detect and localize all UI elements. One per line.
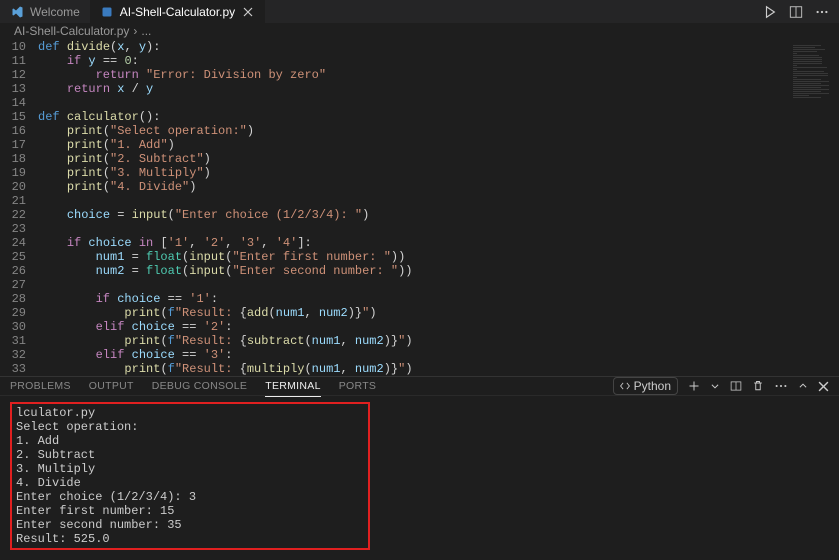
launch-label: Python bbox=[634, 379, 671, 393]
panel-tab-debug-console[interactable]: DEBUG CONSOLE bbox=[152, 380, 248, 392]
breadcrumb-more: ... bbox=[141, 24, 151, 38]
code-line[interactable]: num2 = float(input("Enter second number:… bbox=[38, 264, 839, 278]
tab-label: AI-Shell-Calculator.py bbox=[120, 5, 235, 19]
code-line[interactable]: num1 = float(input("Enter first number: … bbox=[38, 250, 839, 264]
line-number: 19 bbox=[0, 166, 26, 180]
code-line[interactable]: return "Error: Division by zero" bbox=[38, 68, 839, 82]
line-number: 17 bbox=[0, 138, 26, 152]
panel-tab-ports[interactable]: PORTS bbox=[339, 380, 376, 392]
panel-tab-output[interactable]: OUTPUT bbox=[89, 380, 134, 392]
line-number: 20 bbox=[0, 180, 26, 194]
line-number: 28 bbox=[0, 292, 26, 306]
code-line[interactable]: print("3. Multiply") bbox=[38, 166, 839, 180]
code-line[interactable] bbox=[38, 222, 839, 236]
tab-label: Welcome bbox=[30, 5, 80, 19]
line-number: 14 bbox=[0, 96, 26, 110]
panel-tab-problems[interactable]: PROBLEMS bbox=[10, 380, 71, 392]
line-gutter: 1011121314151617181920212223242526272829… bbox=[0, 40, 38, 376]
code-line[interactable]: elif choice == '2': bbox=[38, 320, 839, 334]
line-number: 25 bbox=[0, 250, 26, 264]
chevron-up-icon[interactable] bbox=[798, 381, 808, 391]
line-number: 21 bbox=[0, 194, 26, 208]
editor-actions bbox=[753, 5, 839, 19]
code-line[interactable]: print(f"Result: {subtract(num1, num2)}") bbox=[38, 334, 839, 348]
line-number: 24 bbox=[0, 236, 26, 250]
close-icon[interactable] bbox=[818, 381, 829, 392]
bottom-panel: PROBLEMS OUTPUT DEBUG CONSOLE TERMINAL PORTS… bbox=[0, 376, 839, 541]
terminal-output: lculator.py Select operation: 1. Add 2. … bbox=[10, 402, 370, 550]
terminal[interactable]: lculator.py Select operation: 1. Add 2. … bbox=[0, 396, 839, 560]
line-number: 13 bbox=[0, 82, 26, 96]
plus-icon[interactable] bbox=[688, 380, 700, 392]
breadcrumb[interactable]: AI-Shell-Calculator.py › ... bbox=[0, 23, 839, 40]
code-line[interactable]: return x / y bbox=[38, 82, 839, 96]
line-number: 26 bbox=[0, 264, 26, 278]
line-number: 11 bbox=[0, 54, 26, 68]
code-line[interactable]: def calculator(): bbox=[38, 110, 839, 124]
code-line[interactable]: if choice in ['1', '2', '3', '4']: bbox=[38, 236, 839, 250]
vscode-icon bbox=[10, 5, 24, 19]
close-icon[interactable] bbox=[241, 5, 255, 19]
code-line[interactable]: def divide(x, y): bbox=[38, 40, 839, 54]
code-content[interactable]: def divide(x, y): if y == 0: return "Err… bbox=[38, 40, 839, 376]
python-file-icon bbox=[100, 5, 114, 19]
line-number: 18 bbox=[0, 152, 26, 166]
code-line[interactable] bbox=[38, 194, 839, 208]
more-icon[interactable] bbox=[774, 379, 788, 393]
code-line[interactable]: print(f"Result: {add(num1, num2)}") bbox=[38, 306, 839, 320]
line-number: 33 bbox=[0, 362, 26, 376]
line-number: 23 bbox=[0, 222, 26, 236]
line-number: 27 bbox=[0, 278, 26, 292]
code-line[interactable]: if choice == '1': bbox=[38, 292, 839, 306]
minimap[interactable] bbox=[793, 44, 833, 100]
run-icon[interactable] bbox=[763, 5, 777, 19]
line-number: 32 bbox=[0, 348, 26, 362]
line-number: 15 bbox=[0, 110, 26, 124]
code-line[interactable]: elif choice == '3': bbox=[38, 348, 839, 362]
chevron-down-icon[interactable] bbox=[710, 381, 720, 391]
code-line[interactable]: if y == 0: bbox=[38, 54, 839, 68]
code-line[interactable] bbox=[38, 96, 839, 110]
line-number: 16 bbox=[0, 124, 26, 138]
code-line[interactable]: print("1. Add") bbox=[38, 138, 839, 152]
code-line[interactable]: print("Select operation:") bbox=[38, 124, 839, 138]
code-icon bbox=[620, 381, 630, 391]
split-terminal-icon[interactable] bbox=[730, 380, 742, 392]
trash-icon[interactable] bbox=[752, 380, 764, 392]
code-line[interactable] bbox=[38, 278, 839, 292]
code-line[interactable]: print("4. Divide") bbox=[38, 180, 839, 194]
code-line[interactable]: print("2. Subtract") bbox=[38, 152, 839, 166]
line-number: 30 bbox=[0, 320, 26, 334]
line-number: 10 bbox=[0, 40, 26, 54]
tab-bar: Welcome AI-Shell-Calculator.py bbox=[0, 0, 839, 23]
line-number: 12 bbox=[0, 68, 26, 82]
code-editor[interactable]: 1011121314151617181920212223242526272829… bbox=[0, 40, 839, 376]
tab-welcome[interactable]: Welcome bbox=[0, 0, 90, 23]
code-line[interactable]: choice = input("Enter choice (1/2/3/4): … bbox=[38, 208, 839, 222]
panel-tabs: PROBLEMS OUTPUT DEBUG CONSOLE TERMINAL PORTS… bbox=[0, 377, 839, 396]
terminal-launch-button[interactable]: Python bbox=[613, 377, 678, 395]
split-editor-icon[interactable] bbox=[789, 5, 803, 19]
panel-tab-terminal[interactable]: TERMINAL bbox=[265, 380, 321, 397]
more-icon[interactable] bbox=[815, 5, 829, 19]
panel-actions: Python bbox=[613, 377, 829, 395]
breadcrumb-sep: › bbox=[133, 24, 137, 38]
code-line[interactable]: print(f"Result: {multiply(num1, num2)}") bbox=[38, 362, 839, 376]
tab-file[interactable]: AI-Shell-Calculator.py bbox=[90, 0, 265, 23]
line-number: 29 bbox=[0, 306, 26, 320]
breadcrumb-file: AI-Shell-Calculator.py bbox=[14, 24, 129, 38]
line-number: 22 bbox=[0, 208, 26, 222]
line-number: 31 bbox=[0, 334, 26, 348]
editor-area: 1011121314151617181920212223242526272829… bbox=[0, 40, 839, 376]
